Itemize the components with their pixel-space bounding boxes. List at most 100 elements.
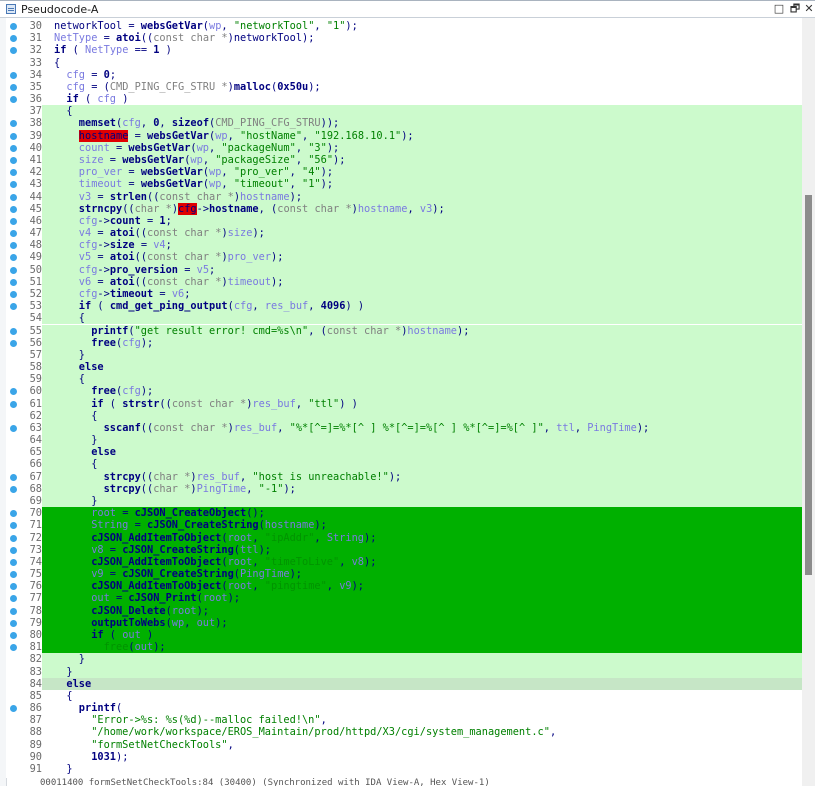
code-text[interactable]: sscanf((const char *)res_buf, "%*[^=]=%*… bbox=[104, 422, 650, 434]
code-line[interactable]: 80 if ( out ) bbox=[6, 629, 802, 642]
code-text[interactable]: { bbox=[79, 312, 85, 324]
code-line[interactable]: 89 "formSetNetCheckTools", bbox=[6, 739, 802, 751]
code-line[interactable]: 88 "/home/work/workspace/EROS_Maintain/pr… bbox=[6, 726, 802, 738]
code-line[interactable]: 72 cJSON_AddItemToObject(root, "ipAddr", … bbox=[6, 531, 802, 544]
code-text[interactable]: v6 = atoi((const char *)timeout); bbox=[79, 276, 284, 288]
breakpoint-dot-icon[interactable] bbox=[10, 181, 17, 189]
code-text[interactable]: v5 = atoi((const char *)pro_ver); bbox=[79, 251, 284, 263]
code-line[interactable]: 61 if ( strstr((const char *)res_buf, "tt… bbox=[6, 397, 802, 410]
code-line[interactable]: 41 size = websGetVar(wp, "packageSize", "… bbox=[6, 153, 802, 167]
code-line[interactable]: 48 cfg->size = v4; bbox=[6, 239, 802, 252]
breakpoint-dot-icon[interactable] bbox=[10, 619, 17, 627]
breakpoint-dot-icon[interactable] bbox=[10, 96, 17, 104]
code-text[interactable]: hostname = websGetVar(wp, "hostName", "1… bbox=[78, 129, 414, 142]
code-text[interactable]: v3 = strlen((const char *)hostname); bbox=[79, 191, 302, 203]
code-text[interactable]: cJSON_AddItemToObject(root, "pingtime", … bbox=[91, 580, 364, 592]
code-line[interactable]: 82} bbox=[6, 653, 802, 666]
code-line[interactable]: 55 printf("get result error! cmd=%s\n", (… bbox=[6, 324, 802, 337]
code-line[interactable]: 37 { bbox=[6, 105, 802, 118]
code-line[interactable]: 75 v9 = cJSON_CreateString(PingTime); bbox=[6, 568, 802, 581]
code-text[interactable]: if ( strstr((const char *)res_buf, "ttl"… bbox=[91, 398, 358, 410]
code-line[interactable]: 58 else bbox=[6, 361, 802, 374]
code-text[interactable]: if ( cmd_get_ping_output(cfg, res_buf, 4… bbox=[79, 300, 364, 312]
breakpoint-dot-icon[interactable] bbox=[10, 35, 17, 43]
code-line[interactable]: 85 { bbox=[6, 690, 802, 702]
code-text[interactable]: printf( bbox=[79, 702, 122, 714]
code-text[interactable]: free(cfg); bbox=[91, 385, 153, 397]
code-line[interactable]: 73 v8 = cJSON_CreateString(ttl); bbox=[6, 543, 802, 556]
code-text[interactable]: { bbox=[66, 105, 72, 117]
code-text[interactable]: out = cJSON_Print(root); bbox=[91, 592, 240, 604]
code-text[interactable]: v4 = atoi((const char *)size); bbox=[79, 227, 265, 239]
breakpoint-dot-icon[interactable] bbox=[10, 254, 17, 262]
code-text[interactable]: cfg->pro_version = v5; bbox=[79, 264, 215, 276]
code-line[interactable]: 90 1031); bbox=[6, 751, 802, 763]
vertical-scrollbar[interactable] bbox=[802, 18, 815, 786]
code-line[interactable]: 38 memset(cfg, 0, sizeof(CMD_PING_CFG_STR… bbox=[6, 117, 802, 130]
code-line[interactable]: 47 v4 = atoi((const char *)size); bbox=[6, 227, 802, 240]
code-line[interactable]: 39 hostname = websGetVar(wp, "hostName", … bbox=[6, 129, 802, 142]
breakpoint-dot-icon[interactable] bbox=[10, 705, 17, 713]
code-text[interactable]: else bbox=[79, 361, 104, 373]
breakpoint-dot-icon[interactable] bbox=[10, 583, 17, 591]
code-text[interactable]: v8 = cJSON_CreateString(ttl); bbox=[91, 544, 271, 556]
breakpoint-dot-icon[interactable] bbox=[10, 595, 17, 603]
code-text[interactable]: { bbox=[66, 690, 72, 702]
code-line[interactable]: 79 outputToWebs(wp, out); bbox=[6, 616, 802, 629]
code-line[interactable]: 68 strcpy((char *)PingTime, "-1"); bbox=[6, 482, 802, 495]
code-line[interactable]: 50 cfg->pro_version = v5; bbox=[6, 263, 802, 276]
breakpoint-dot-icon[interactable] bbox=[10, 534, 17, 542]
breakpoint-dot-icon[interactable] bbox=[10, 473, 17, 481]
code-line[interactable]: 45 strncpy((char *)cfg->hostname, (const … bbox=[6, 202, 802, 215]
code-line[interactable]: 57} bbox=[6, 348, 802, 362]
breakpoint-dot-icon[interactable] bbox=[10, 169, 17, 177]
code-text[interactable]: else bbox=[91, 446, 116, 458]
code-line[interactable]: 44 v3 = strlen((const char *)hostname); bbox=[6, 190, 802, 203]
code-line[interactable]: 54 { bbox=[6, 312, 802, 325]
code-text[interactable]: cfg = 0; bbox=[66, 69, 116, 81]
code-line[interactable]: 31 NetType = atoi((const char *)networkTo… bbox=[6, 32, 802, 44]
maximize-icon[interactable]: □ bbox=[772, 2, 786, 16]
code-line[interactable]: 35 cfg = (CMD_PING_CFG_STRU *)malloc(0x50… bbox=[6, 81, 802, 93]
code-text[interactable]: root = cJSON_CreateObject(); bbox=[91, 507, 265, 519]
code-line[interactable]: 64} bbox=[6, 434, 802, 447]
code-line[interactable]: 87 "Error->%s: %s(%d)--malloc failed!\n", bbox=[6, 714, 802, 726]
code-line[interactable]: 91} bbox=[6, 763, 802, 775]
breakpoint-dot-icon[interactable] bbox=[10, 400, 17, 408]
code-text[interactable]: cfg->timeout = v6; bbox=[79, 288, 191, 300]
code-text[interactable]: { bbox=[91, 410, 97, 422]
tab-title[interactable]: Pseudocode-A bbox=[21, 3, 98, 16]
code-text[interactable]: cfg = (CMD_PING_CFG_STRU *)malloc(0x50u)… bbox=[66, 81, 320, 93]
breakpoint-dot-icon[interactable] bbox=[10, 193, 17, 201]
code-text[interactable]: free(out); bbox=[104, 641, 166, 653]
code-text[interactable]: } bbox=[66, 763, 72, 775]
code-line[interactable]: 84 else bbox=[6, 677, 802, 690]
code-text[interactable]: "formSetNetCheckTools", bbox=[91, 739, 234, 751]
breakpoint-dot-icon[interactable] bbox=[10, 510, 17, 518]
code-line[interactable]: 53 if ( cmd_get_ping_output(cfg, res_buf,… bbox=[6, 300, 802, 313]
code-line[interactable]: 78 cJSON_Delete(root); bbox=[6, 604, 802, 617]
code-text[interactable]: free(cfg); bbox=[91, 337, 153, 349]
code-line[interactable]: 59 { bbox=[6, 373, 802, 386]
breakpoint-dot-icon[interactable] bbox=[10, 242, 17, 250]
code-line[interactable]: 32 if ( NetType == 1 ) bbox=[6, 44, 802, 56]
code-line[interactable]: 51 v6 = atoi((const char *)timeout); bbox=[6, 275, 802, 288]
code-line[interactable]: 66 { bbox=[6, 458, 802, 471]
breakpoint-dot-icon[interactable] bbox=[10, 327, 17, 335]
close-icon[interactable]: ✕ bbox=[802, 2, 815, 16]
breakpoint-dot-icon[interactable] bbox=[10, 607, 17, 615]
code-text[interactable]: if ( NetType == 1 ) bbox=[54, 44, 172, 56]
code-line[interactable]: 81 free(out); bbox=[6, 641, 802, 654]
breakpoint-dot-icon[interactable] bbox=[10, 558, 17, 566]
code-text[interactable]: { bbox=[79, 373, 85, 385]
code-text[interactable]: cfg->size = v4; bbox=[79, 239, 172, 251]
code-line[interactable]: 30 networkTool = websGetVar(wp, "networkT… bbox=[6, 20, 802, 32]
code-line[interactable]: 52 cfg->timeout = v6; bbox=[6, 287, 802, 301]
breakpoint-dot-icon[interactable] bbox=[10, 388, 17, 396]
code-line[interactable]: 46 cfg->count = 1; bbox=[6, 214, 802, 228]
code-text[interactable]: } bbox=[91, 434, 97, 446]
code-text[interactable]: count = websGetVar(wp, "packageNum", "3"… bbox=[79, 142, 339, 154]
breakpoint-dot-icon[interactable] bbox=[10, 217, 17, 225]
code-text[interactable]: outputToWebs(wp, out); bbox=[91, 617, 227, 629]
code-text[interactable]: } bbox=[79, 653, 85, 665]
